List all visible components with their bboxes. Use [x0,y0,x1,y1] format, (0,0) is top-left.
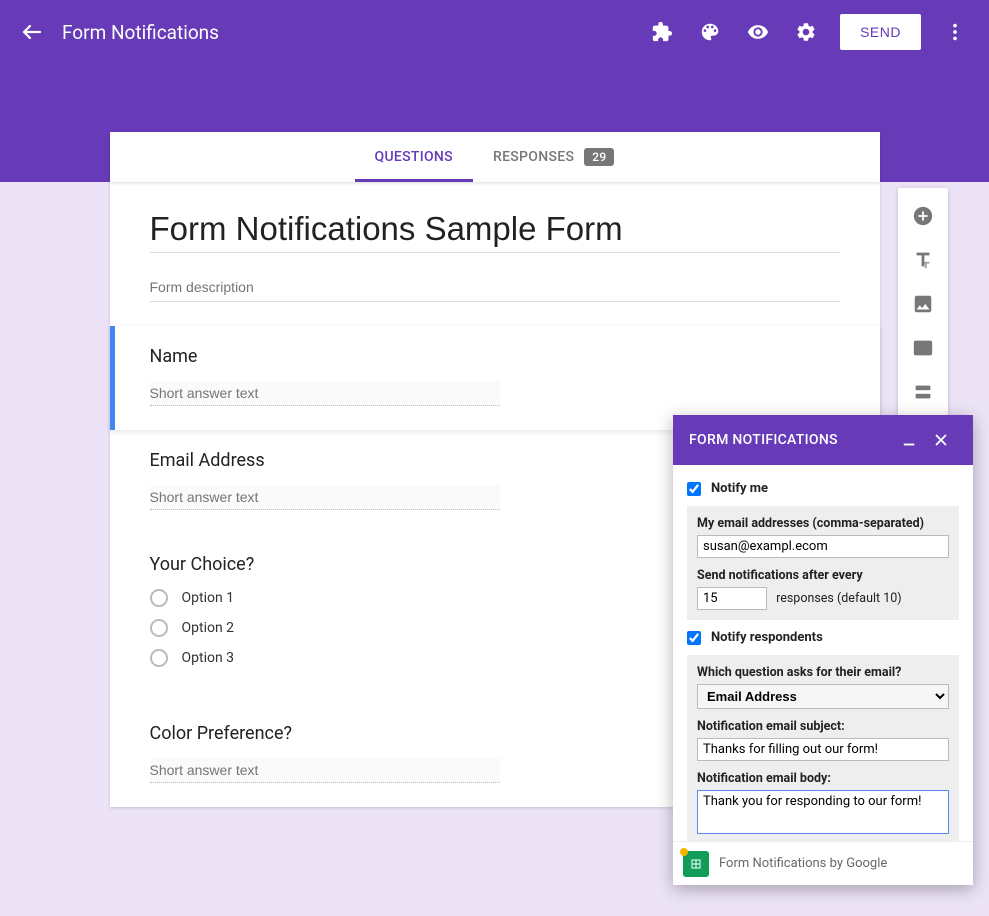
section-icon [912,381,934,403]
addon-titlebar: FORM NOTIFICATIONS [673,415,973,465]
send-after-label: Send notifications after every [697,568,949,583]
send-button[interactable]: SEND [840,14,921,50]
notify-me-checkbox[interactable] [687,482,701,496]
tab-responses-label: RESPONSES [493,149,574,165]
radio-icon [150,619,168,637]
add-video-button[interactable] [903,328,943,368]
subject-label: Notification email subject: [697,719,949,734]
addon-body[interactable]: Notify me My email addresses (comma-sepa… [673,465,973,841]
send-after-hint: responses (default 10) [773,591,902,606]
theme-button[interactable] [688,10,732,54]
short-answer-placeholder [150,758,500,783]
email-addresses-input[interactable] [697,535,949,558]
gear-icon [795,21,817,43]
email-addresses-label: My email addresses (comma-separated) [697,516,949,531]
addon-footer-text: Form Notifications by Google [719,856,887,871]
sheets-icon [683,851,709,877]
subject-input[interactable] [697,738,949,761]
notify-respondents-checkbox[interactable] [687,631,701,645]
minimize-icon [900,431,918,449]
which-question-select[interactable]: Email Address [697,684,949,709]
option-label: Option 1 [182,590,235,606]
arrow-left-icon [20,20,44,44]
tab-questions-label: QUESTIONS [375,149,453,165]
preview-button[interactable] [736,10,780,54]
add-section-button[interactable] [903,372,943,412]
body-textarea[interactable] [697,790,949,834]
add-title-button[interactable] [903,240,943,280]
title-icon [912,249,934,271]
short-answer-placeholder [150,485,500,510]
video-icon [912,337,934,359]
radio-icon [150,589,168,607]
send-after-input[interactable] [697,587,767,610]
add-image-button[interactable] [903,284,943,324]
question-toolbar [898,188,948,420]
addon-title: FORM NOTIFICATIONS [689,432,838,448]
addon-close-button[interactable] [925,424,957,456]
notify-respondents-section: Which question asks for their email? Ema… [687,655,959,841]
eye-icon [747,21,769,43]
tab-questions[interactable]: QUESTIONS [375,132,453,182]
question-title: Name [150,346,840,367]
app-header: Form Notifications SEND [0,0,989,64]
option-label: Option 3 [182,650,235,666]
add-circle-icon [912,205,934,227]
addon-footer: Form Notifications by Google [673,841,973,885]
tab-responses[interactable]: RESPONSES 29 [493,132,615,182]
tab-bar: QUESTIONS RESPONSES 29 [110,132,880,182]
more-button[interactable] [933,10,977,54]
addons-button[interactable] [640,10,684,54]
app-title: Form Notifications [62,21,640,44]
notify-me-label: Notify me [711,481,768,496]
more-vert-icon [944,21,966,43]
radio-icon [150,649,168,667]
short-answer-placeholder [150,381,500,406]
back-button[interactable] [12,12,52,52]
which-question-label: Which question asks for their email? [697,665,949,680]
close-icon [932,431,950,449]
addon-panel: FORM NOTIFICATIONS Notify me My email ad… [673,415,973,885]
responses-count-badge: 29 [584,148,614,166]
body-label: Notification email body: [697,771,949,786]
palette-icon [699,21,721,43]
form-title-input[interactable] [150,210,840,253]
notify-respondents-label: Notify respondents [711,630,823,645]
form-header-block[interactable] [110,182,880,326]
notify-me-section: My email addresses (comma-separated) Sen… [687,506,959,620]
image-icon [912,293,934,315]
option-label: Option 2 [182,620,235,636]
settings-button[interactable] [784,10,828,54]
form-description-input[interactable] [150,273,840,302]
add-question-button[interactable] [903,196,943,236]
puzzle-icon [651,21,673,43]
addon-minimize-button[interactable] [893,424,925,456]
